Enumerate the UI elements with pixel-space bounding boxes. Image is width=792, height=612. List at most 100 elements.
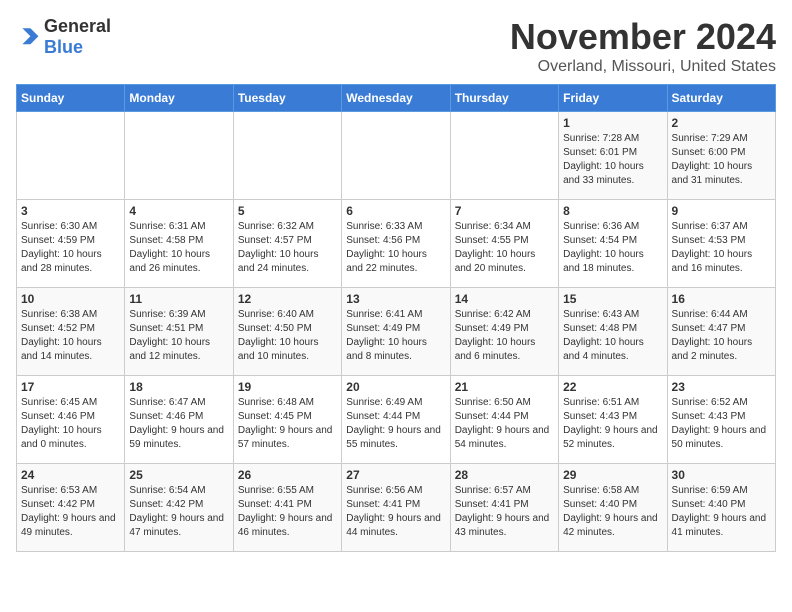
day-info: Sunrise: 6:48 AM Sunset: 4:45 PM Dayligh…	[238, 396, 337, 452]
day-info: Sunrise: 6:53 AM Sunset: 4:42 PM Dayligh…	[21, 484, 120, 540]
day-header-monday: Monday	[125, 85, 233, 112]
calendar-cell	[342, 112, 450, 200]
calendar-cell: 15 Sunrise: 6:43 AM Sunset: 4:48 PM Dayli…	[559, 288, 667, 376]
day-number: 14	[455, 292, 554, 306]
calendar-cell: 29 Sunrise: 6:58 AM Sunset: 4:40 PM Dayli…	[559, 464, 667, 552]
calendar-cell: 27 Sunrise: 6:56 AM Sunset: 4:41 PM Dayli…	[342, 464, 450, 552]
calendar-cell: 7 Sunrise: 6:34 AM Sunset: 4:55 PM Daylig…	[450, 200, 558, 288]
day-info: Sunrise: 6:39 AM Sunset: 4:51 PM Dayligh…	[129, 308, 228, 364]
calendar-cell: 23Sunrise: 6:52 AM Sunset: 4:43 PM Dayli…	[667, 376, 775, 464]
calendar-cell	[450, 112, 558, 200]
day-number: 18	[129, 380, 228, 394]
day-header-wednesday: Wednesday	[342, 85, 450, 112]
calendar-week-5: 24 Sunrise: 6:53 AM Sunset: 4:42 PM Dayli…	[17, 464, 776, 552]
calendar-cell	[17, 112, 125, 200]
calendar-cell: 20 Sunrise: 6:49 AM Sunset: 4:44 PM Dayli…	[342, 376, 450, 464]
day-info: Sunrise: 6:34 AM Sunset: 4:55 PM Dayligh…	[455, 220, 554, 276]
day-number: 7	[455, 204, 554, 218]
header: General Blue November 2024 Overland, Mis…	[16, 16, 776, 76]
calendar-cell: 13Sunrise: 6:41 AM Sunset: 4:49 PM Dayli…	[342, 288, 450, 376]
day-number: 26	[238, 468, 337, 482]
calendar-cell: 9 Sunrise: 6:37 AM Sunset: 4:53 PM Daylig…	[667, 200, 775, 288]
day-info: Sunrise: 6:38 AM Sunset: 4:52 PM Dayligh…	[21, 308, 120, 364]
day-number: 27	[346, 468, 445, 482]
day-number: 21	[455, 380, 554, 394]
day-info: Sunrise: 6:42 AM Sunset: 4:49 PM Dayligh…	[455, 308, 554, 364]
day-number: 30	[672, 468, 771, 482]
day-info: Sunrise: 6:49 AM Sunset: 4:44 PM Dayligh…	[346, 396, 445, 452]
day-info: Sunrise: 6:37 AM Sunset: 4:53 PM Dayligh…	[672, 220, 771, 276]
day-info: Sunrise: 6:57 AM Sunset: 4:41 PM Dayligh…	[455, 484, 554, 540]
calendar-cell: 10 Sunrise: 6:38 AM Sunset: 4:52 PM Dayli…	[17, 288, 125, 376]
day-header-friday: Friday	[559, 85, 667, 112]
calendar-cell: 24 Sunrise: 6:53 AM Sunset: 4:42 PM Dayli…	[17, 464, 125, 552]
day-info: Sunrise: 6:50 AM Sunset: 4:44 PM Dayligh…	[455, 396, 554, 452]
day-number: 5	[238, 204, 337, 218]
day-number: 11	[129, 292, 228, 306]
calendar-cell: 21 Sunrise: 6:50 AM Sunset: 4:44 PM Dayli…	[450, 376, 558, 464]
calendar-cell: 30 Sunrise: 6:59 AM Sunset: 4:40 PM Dayli…	[667, 464, 775, 552]
day-info: Sunrise: 6:59 AM Sunset: 4:40 PM Dayligh…	[672, 484, 771, 540]
calendar-cell: 8 Sunrise: 6:36 AM Sunset: 4:54 PM Daylig…	[559, 200, 667, 288]
day-info: Sunrise: 6:58 AM Sunset: 4:40 PM Dayligh…	[563, 484, 662, 540]
day-info: Sunrise: 6:44 AM Sunset: 4:47 PM Dayligh…	[672, 308, 771, 364]
calendar-cell: 18 Sunrise: 6:47 AM Sunset: 4:46 PM Dayli…	[125, 376, 233, 464]
calendar-week-2: 3Sunrise: 6:30 AM Sunset: 4:59 PM Daylig…	[17, 200, 776, 288]
calendar-cell: 6 Sunrise: 6:33 AM Sunset: 4:56 PM Daylig…	[342, 200, 450, 288]
day-info: Sunrise: 7:29 AM Sunset: 6:00 PM Dayligh…	[672, 132, 771, 188]
day-number: 17	[21, 380, 120, 394]
logo-text-blue: Blue	[44, 37, 83, 57]
day-info: Sunrise: 6:43 AM Sunset: 4:48 PM Dayligh…	[563, 308, 662, 364]
day-number: 4	[129, 204, 228, 218]
day-number: 6	[346, 204, 445, 218]
day-number: 22	[563, 380, 662, 394]
calendar-cell: 26 Sunrise: 6:55 AM Sunset: 4:41 PM Dayli…	[233, 464, 341, 552]
day-header-saturday: Saturday	[667, 85, 775, 112]
calendar-cell: 2 Sunrise: 7:29 AM Sunset: 6:00 PM Daylig…	[667, 112, 775, 200]
calendar-table: SundayMondayTuesdayWednesdayThursdayFrid…	[16, 84, 776, 552]
calendar-header-row: SundayMondayTuesdayWednesdayThursdayFrid…	[17, 85, 776, 112]
title-area: November 2024 Overland, Missouri, United…	[510, 16, 776, 76]
logo-icon	[16, 25, 40, 49]
calendar-cell: 22Sunrise: 6:51 AM Sunset: 4:43 PM Dayli…	[559, 376, 667, 464]
day-number: 1	[563, 116, 662, 130]
calendar-cell: 17 Sunrise: 6:45 AM Sunset: 4:46 PM Dayli…	[17, 376, 125, 464]
day-info: Sunrise: 6:56 AM Sunset: 4:41 PM Dayligh…	[346, 484, 445, 540]
day-number: 25	[129, 468, 228, 482]
day-number: 24	[21, 468, 120, 482]
day-info: Sunrise: 6:45 AM Sunset: 4:46 PM Dayligh…	[21, 396, 120, 452]
calendar-cell: 1 Sunrise: 7:28 AM Sunset: 6:01 PM Daylig…	[559, 112, 667, 200]
day-number: 28	[455, 468, 554, 482]
day-info: Sunrise: 6:55 AM Sunset: 4:41 PM Dayligh…	[238, 484, 337, 540]
calendar-cell: 19 Sunrise: 6:48 AM Sunset: 4:45 PM Dayli…	[233, 376, 341, 464]
day-number: 9	[672, 204, 771, 218]
day-info: Sunrise: 6:31 AM Sunset: 4:58 PM Dayligh…	[129, 220, 228, 276]
day-number: 19	[238, 380, 337, 394]
day-info: Sunrise: 6:54 AM Sunset: 4:42 PM Dayligh…	[129, 484, 228, 540]
day-number: 15	[563, 292, 662, 306]
day-header-thursday: Thursday	[450, 85, 558, 112]
month-title: November 2024	[510, 16, 776, 58]
day-number: 2	[672, 116, 771, 130]
day-info: Sunrise: 6:30 AM Sunset: 4:59 PM Dayligh…	[21, 220, 120, 276]
calendar-cell: 11 Sunrise: 6:39 AM Sunset: 4:51 PM Dayli…	[125, 288, 233, 376]
calendar-week-4: 17 Sunrise: 6:45 AM Sunset: 4:46 PM Dayli…	[17, 376, 776, 464]
day-number: 20	[346, 380, 445, 394]
calendar-cell: 28 Sunrise: 6:57 AM Sunset: 4:41 PM Dayli…	[450, 464, 558, 552]
calendar-cell: 16Sunrise: 6:44 AM Sunset: 4:47 PM Dayli…	[667, 288, 775, 376]
day-info: Sunrise: 6:32 AM Sunset: 4:57 PM Dayligh…	[238, 220, 337, 276]
calendar-cell: 25 Sunrise: 6:54 AM Sunset: 4:42 PM Dayli…	[125, 464, 233, 552]
logo-text-general: General	[44, 16, 111, 36]
day-number: 8	[563, 204, 662, 218]
day-number: 13	[346, 292, 445, 306]
calendar-cell: 5 Sunrise: 6:32 AM Sunset: 4:57 PM Daylig…	[233, 200, 341, 288]
calendar-cell: 3Sunrise: 6:30 AM Sunset: 4:59 PM Daylig…	[17, 200, 125, 288]
day-number: 10	[21, 292, 120, 306]
calendar-cell: 12Sunrise: 6:40 AM Sunset: 4:50 PM Dayli…	[233, 288, 341, 376]
day-number: 29	[563, 468, 662, 482]
day-info: Sunrise: 6:33 AM Sunset: 4:56 PM Dayligh…	[346, 220, 445, 276]
day-info: Sunrise: 7:28 AM Sunset: 6:01 PM Dayligh…	[563, 132, 662, 188]
day-info: Sunrise: 6:36 AM Sunset: 4:54 PM Dayligh…	[563, 220, 662, 276]
day-info: Sunrise: 6:47 AM Sunset: 4:46 PM Dayligh…	[129, 396, 228, 452]
day-info: Sunrise: 6:40 AM Sunset: 4:50 PM Dayligh…	[238, 308, 337, 364]
